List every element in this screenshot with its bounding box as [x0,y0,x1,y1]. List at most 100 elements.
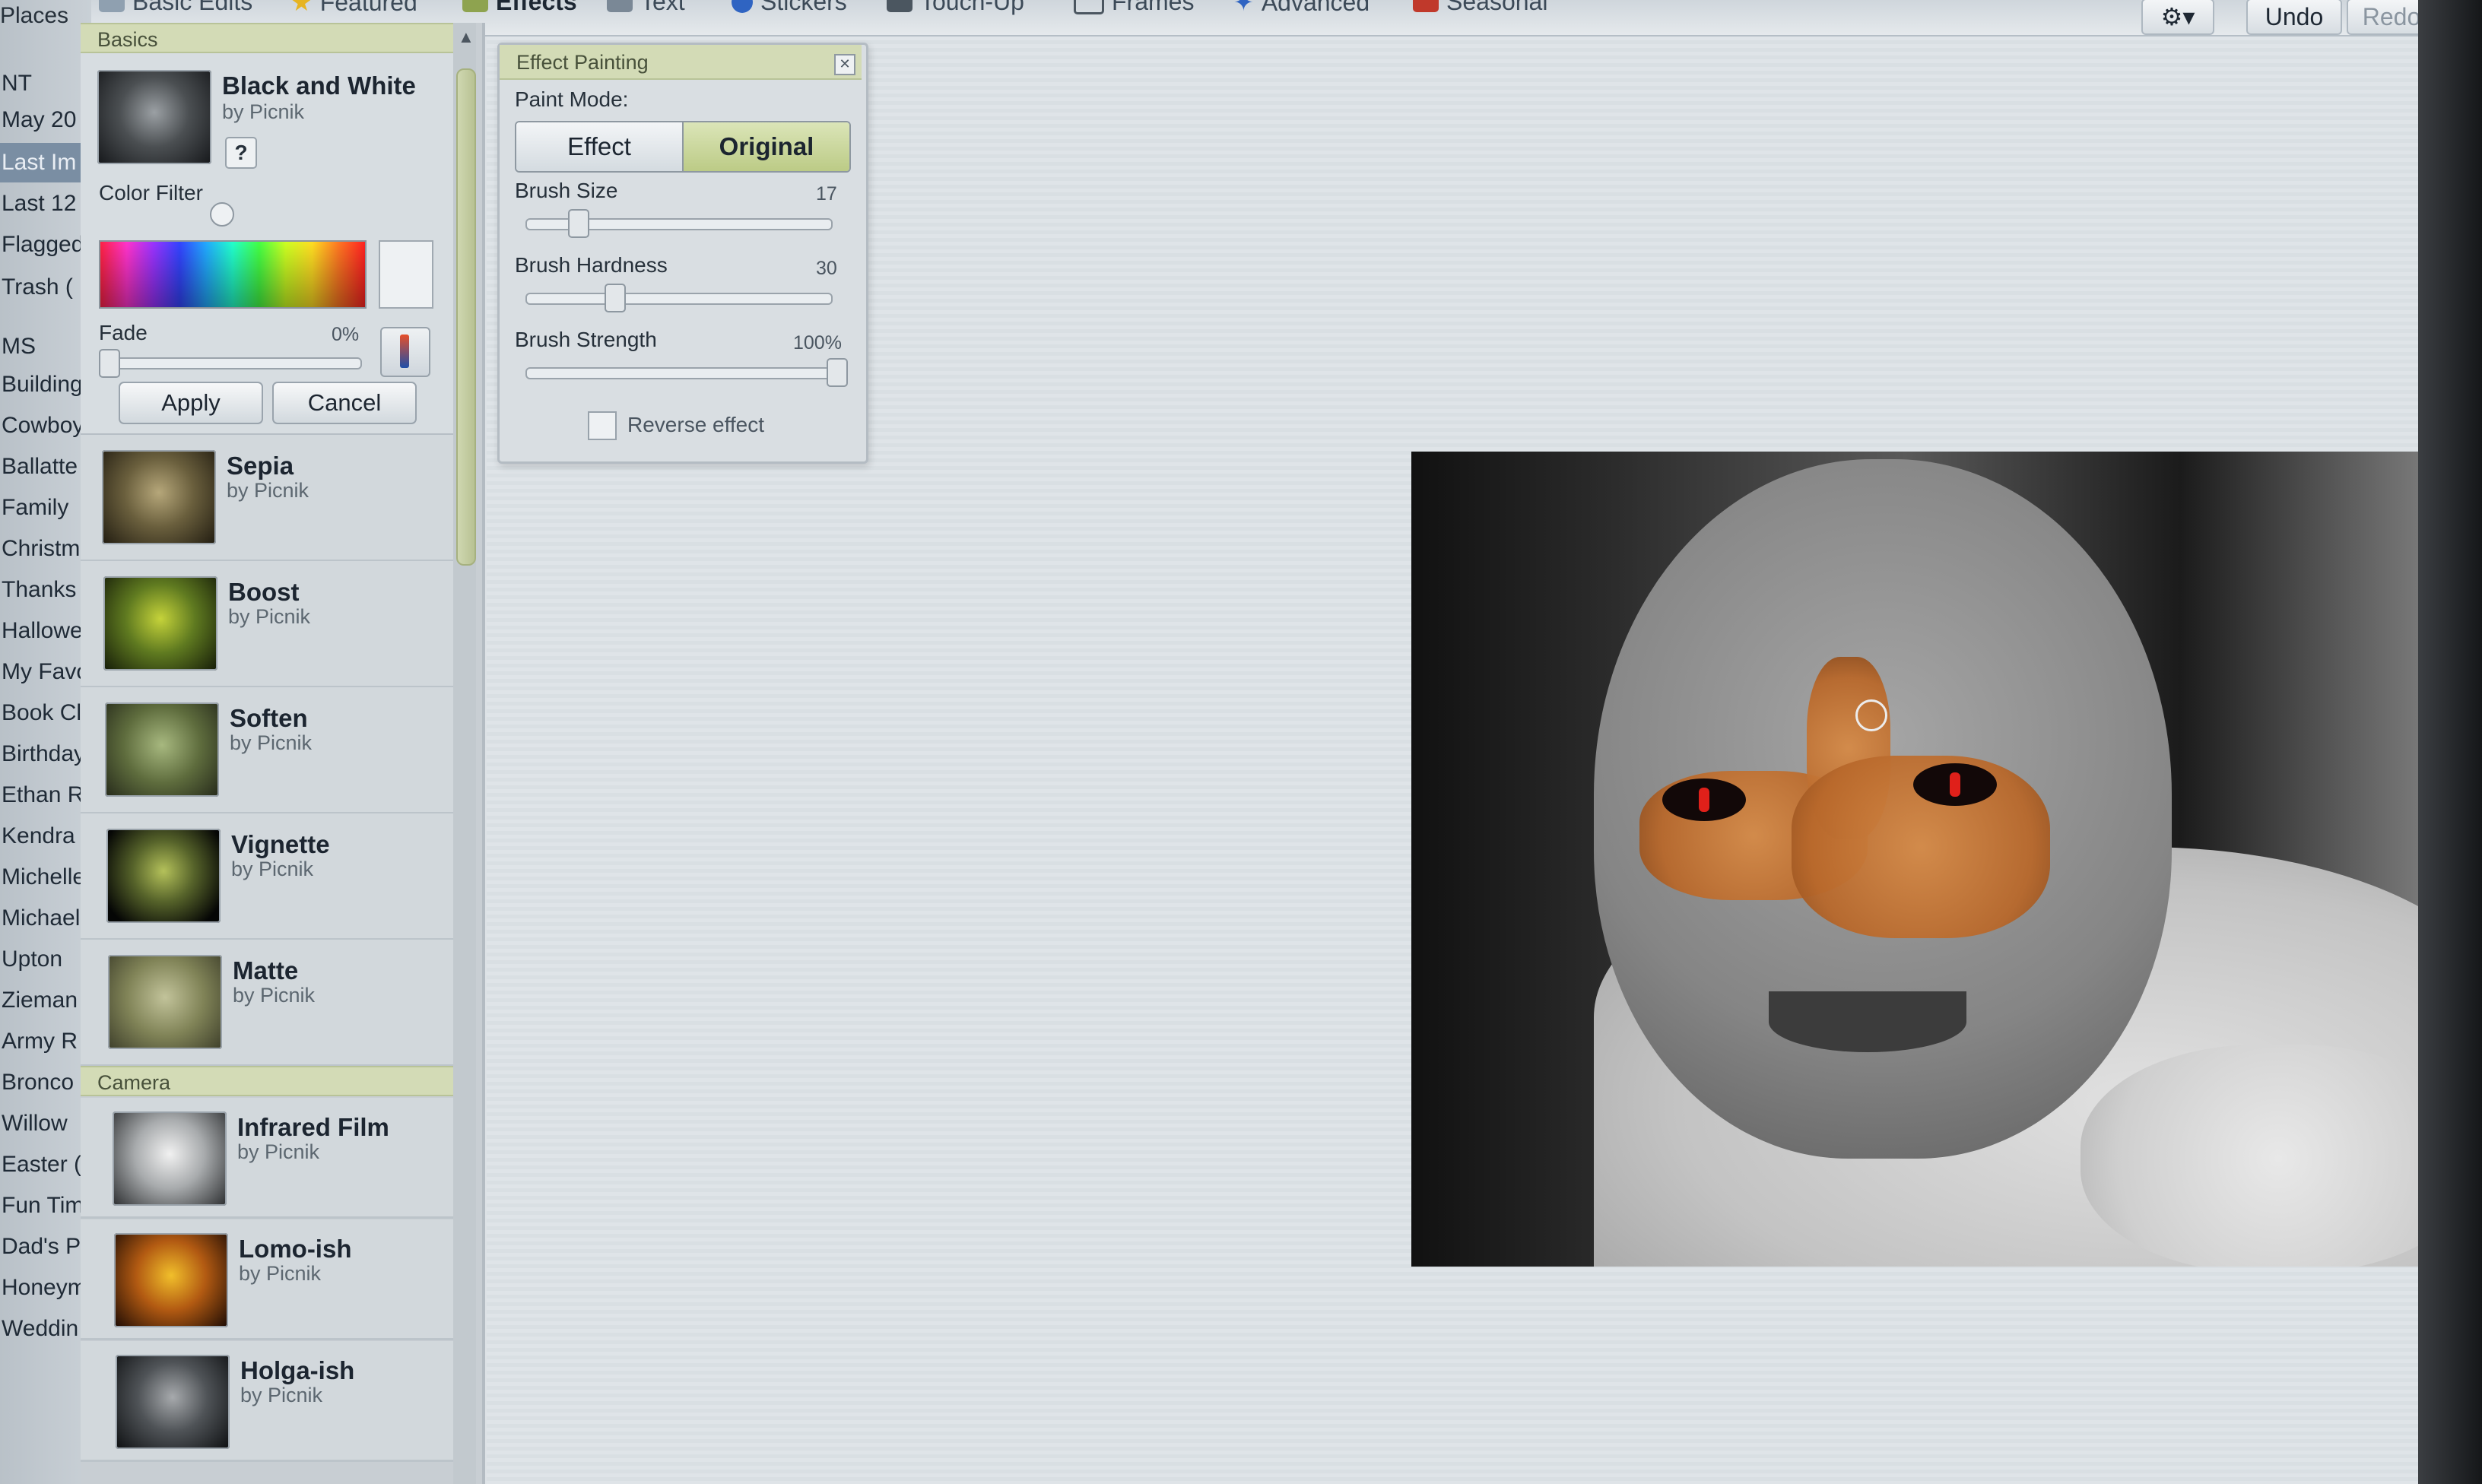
album-item[interactable]: My Favo [0,652,91,692]
effect-author: by Picnik [233,984,316,1007]
effect-thumbnail [116,1355,230,1449]
effect-item-infrared-film[interactable]: Infrared Film by Picnik [81,1098,476,1219]
album-item[interactable]: Upton [0,940,91,979]
reverse-effect-label: Reverse effect [627,413,765,436]
tab-featured[interactable]: ★ Featured [290,0,417,17]
effect-item-lomo-ish[interactable]: Lomo-ish by Picnik [81,1219,476,1340]
album-item[interactable]: Weddin [0,1309,91,1349]
effect-author: by Picnik [227,479,309,502]
brush-strength-knob[interactable] [827,358,848,387]
color-filter-spectrum[interactable] [99,240,367,309]
effect-thumbnail [102,450,216,544]
brush-hardness-slider[interactable] [525,293,833,305]
album-item[interactable]: Michelle [0,858,91,897]
tab-basic-edits[interactable]: Basic Edits [99,0,252,16]
places-item-trash[interactable]: Trash ( [0,268,91,307]
monitor-bezel [2418,0,2482,1484]
album-item[interactable]: Thanks [0,570,91,610]
photo-eye-left [1662,778,1746,821]
album-item[interactable]: Kendra [0,817,91,856]
effect-title: Matte [233,956,299,985]
album-item[interactable]: Cowboy [0,406,91,446]
settings-button[interactable]: ⚙▾ [2141,0,2214,35]
star-icon: ★ [290,0,313,16]
effect-item-vignette[interactable]: Vignette by Picnik [81,813,476,940]
effect-title: Sepia [227,452,294,480]
album-item[interactable]: Army R [0,1022,91,1061]
album-item[interactable]: Zieman [0,981,91,1020]
frames-icon [1074,0,1104,14]
scrollbar-thumb[interactable] [456,68,476,566]
album-item[interactable]: Ballatte [0,447,91,487]
camera-section-header: Camera [81,1066,476,1096]
effect-thumbnail [114,1233,228,1327]
black-and-white-thumbnail[interactable] [97,70,211,164]
redo-button[interactable]: Redo [2347,0,2418,35]
color-filter-label: Color Filter [99,181,203,205]
effect-author: by Picnik [230,731,313,754]
paint-mode-label: Paint Mode: [515,87,629,111]
advanced-icon: ✦ [1233,0,1254,16]
effect-author: by Picnik [239,1262,322,1285]
album-item[interactable]: Willow [0,1104,91,1143]
album-item[interactable]: Easter ( [0,1145,91,1184]
scroll-up-icon[interactable]: ▲ [458,27,474,47]
album-item[interactable]: Building [0,365,91,404]
effect-author: by Picnik [222,100,305,123]
effect-item-holga-ish[interactable]: Holga-ish by Picnik [81,1341,476,1462]
effect-item-boost[interactable]: Boost by Picnik [81,561,476,688]
effect-item-sepia[interactable]: Sepia by Picnik [81,435,476,562]
album-item[interactable]: Bronco [0,1063,91,1102]
effect-item-matte[interactable]: Matte by Picnik [81,940,476,1067]
places-header: Places [0,3,69,28]
help-button[interactable]: ? [225,137,257,169]
places-item-flagged[interactable]: Flagged [0,225,91,265]
album-item[interactable]: Birthday [0,734,91,774]
cancel-button[interactable]: Cancel [272,382,417,424]
apply-button[interactable]: Apply [119,382,263,424]
paint-mode-effect-button[interactable]: Effect [516,122,684,171]
album-item[interactable]: Dad's P [0,1227,91,1267]
close-icon[interactable]: ✕ [834,54,855,75]
paint-mode-original-button[interactable]: Original [684,122,849,171]
color-filter-knob[interactable] [210,202,234,227]
tab-frames[interactable]: Frames [1074,0,1194,16]
tab-effects[interactable]: Effects [462,0,577,16]
effects-scrollbar[interactable]: ▲ [453,23,476,1484]
album-item[interactable]: Christm [0,529,91,569]
fade-slider-knob[interactable] [99,349,120,378]
album-item[interactable]: Hallowe [0,611,91,651]
tab-text[interactable]: Text [607,0,685,16]
paint-brush-button[interactable] [380,327,430,377]
edited-photo[interactable] [1411,452,2418,1267]
album-item[interactable]: Fun Tim [0,1186,91,1226]
fade-slider[interactable] [100,357,362,369]
effect-author: by Picnik [228,605,311,628]
brush-cursor [1855,699,1887,731]
album-item[interactable]: Ethan R [0,775,91,815]
tab-touch-up[interactable]: Touch-Up [887,0,1024,16]
photo-fleece [2080,1045,2418,1267]
places-section-label: NT [2,71,32,96]
album-item[interactable]: Family [0,488,91,528]
effect-painting-dialog: Effect Painting ✕ Paint Mode: Effect Ori… [497,43,868,464]
tab-seasonal[interactable]: Seasonal [1413,0,1547,16]
brush-strength-value: 100% [793,332,842,354]
album-item[interactable]: Book Cl [0,693,91,733]
album-item[interactable]: Michael [0,899,91,938]
text-icon [607,0,633,12]
album-item[interactable]: Honeym [0,1268,91,1308]
brush-strength-slider[interactable] [525,367,833,379]
tab-stickers[interactable]: Stickers [732,0,847,16]
places-item-last-12[interactable]: Last 12 [0,184,91,224]
reverse-effect-checkbox[interactable] [588,411,617,440]
places-item-last-import[interactable]: Last Im [0,143,91,182]
brush-size-knob[interactable] [568,209,589,238]
effect-item-soften[interactable]: Soften by Picnik [81,687,476,814]
paint-brush-icon [400,335,409,368]
places-item-may[interactable]: May 20 [0,100,91,140]
tab-advanced[interactable]: ✦ Advanced [1233,0,1370,17]
effect-thumbnail [103,576,217,671]
brush-hardness-knob[interactable] [605,284,626,312]
undo-button[interactable]: Undo [2246,0,2342,35]
